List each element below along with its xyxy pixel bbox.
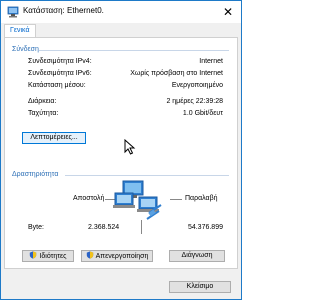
activity-heading: Δραστηριότητα xyxy=(12,171,59,178)
duration-label: Διάρκεια: xyxy=(28,98,57,105)
title-bar: Κατάσταση: Ethernet0. ✕ xyxy=(1,1,241,23)
received-bytes-value: 54.376.899 xyxy=(187,224,223,231)
speed-label: Ταχύτητα: xyxy=(28,110,59,117)
network-computers-icon xyxy=(113,180,162,220)
tab-general[interactable]: Γενικά xyxy=(4,24,36,38)
divider xyxy=(65,175,229,176)
bytes-label: Byte: xyxy=(28,224,44,231)
sent-label: Αποστολή xyxy=(73,195,105,202)
media-state-label: Κατάσταση μέσου: xyxy=(28,82,86,89)
ipv4-label: Συνδεσιμότητα IPv4: xyxy=(28,58,92,65)
properties-button[interactable]: Ιδιότητες xyxy=(22,250,74,262)
ipv6-value: Χωρίς πρόσβαση στο Internet xyxy=(130,70,223,77)
tab-strip: Γενικά xyxy=(1,23,241,38)
sent-bytes-value: 2.368.524 xyxy=(88,224,120,231)
ipv4-value: Internet xyxy=(199,58,223,65)
uac-shield-icon xyxy=(30,251,37,259)
disable-button-label: Απενεργοποίηση xyxy=(95,253,149,260)
close-button[interactable]: Κλείσιμο xyxy=(169,281,231,293)
mouse-cursor-icon xyxy=(124,139,136,155)
ipv6-label: Συνδεσιμότητα IPv6: xyxy=(28,70,92,77)
divider xyxy=(39,50,229,51)
details-button[interactable]: Λεπτομέρειες... xyxy=(22,132,86,144)
duration-value: 2 ημέρες 22:39:28 xyxy=(166,98,223,105)
close-icon: ✕ xyxy=(222,5,234,19)
connection-heading: Σύνδεση xyxy=(12,46,39,53)
uac-shield-icon xyxy=(86,251,93,259)
divider xyxy=(170,199,182,200)
disable-button[interactable]: Απενεργοποίηση xyxy=(81,250,153,262)
network-adapter-icon xyxy=(7,6,19,18)
diagnose-button[interactable]: Διάγνωση xyxy=(169,250,225,262)
status-dialog: Κατάσταση: Ethernet0. ✕ Γενικά Σύνδεση Σ… xyxy=(0,0,242,300)
properties-button-label: Ιδιότητες xyxy=(39,253,67,260)
close-window-button[interactable]: ✕ xyxy=(221,5,235,19)
received-label: Παραλαβή xyxy=(185,195,218,202)
media-state-value: Ενεργοποιημένο xyxy=(171,82,223,89)
speed-value: 1.0 Gbit/δευτ xyxy=(182,110,223,117)
general-panel: Σύνδεση Συνδεσιμότητα IPv4: Internet Συν… xyxy=(4,37,238,269)
window-title: Κατάσταση: Ethernet0. xyxy=(23,6,104,15)
